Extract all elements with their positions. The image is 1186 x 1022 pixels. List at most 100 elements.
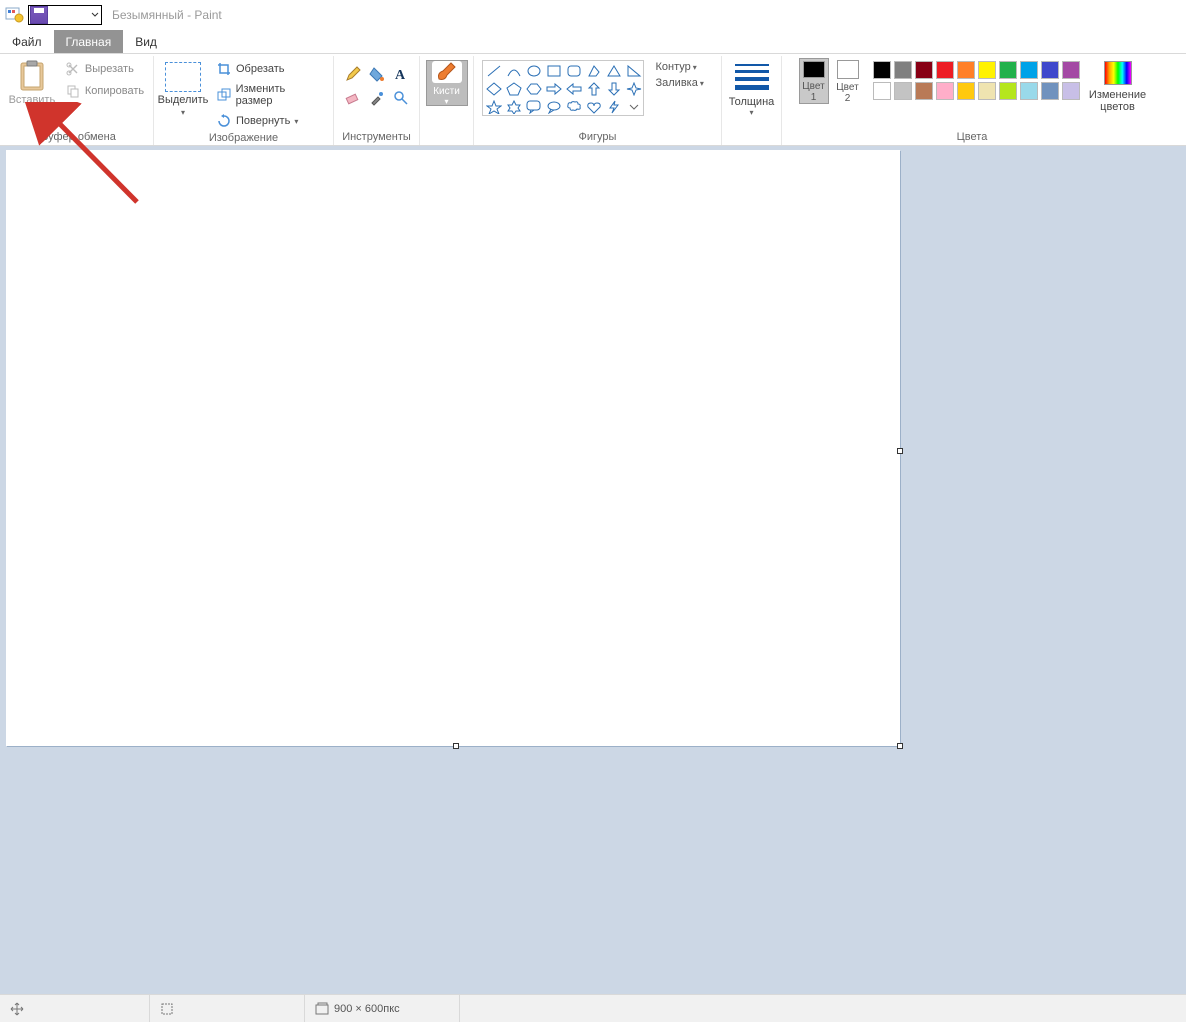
chevron-down-icon: ▾ bbox=[749, 108, 753, 117]
svg-text:A: A bbox=[395, 68, 406, 82]
group-thickness-spacer bbox=[750, 129, 753, 143]
shape-arrow-left[interactable] bbox=[565, 81, 583, 97]
select-button[interactable]: Выделить▾ bbox=[160, 58, 206, 121]
text-tool[interactable]: A bbox=[391, 64, 411, 84]
rotate-label: Повернуть bbox=[236, 115, 290, 127]
shape-callout-oval[interactable] bbox=[545, 99, 563, 115]
fill-tool[interactable] bbox=[367, 64, 387, 84]
palette-color-5[interactable] bbox=[978, 61, 996, 79]
palette-color-13[interactable] bbox=[936, 82, 954, 100]
tab-view[interactable]: Вид bbox=[123, 30, 169, 53]
crop-label: Обрезать bbox=[236, 63, 285, 75]
paste-button[interactable]: Вставить▾ bbox=[9, 58, 55, 121]
palette-color-3[interactable] bbox=[936, 61, 954, 79]
app-icon bbox=[4, 5, 24, 25]
eraser-tool[interactable] bbox=[343, 88, 363, 108]
shape-rounded-rect[interactable] bbox=[565, 63, 583, 79]
resize-handle-right[interactable] bbox=[897, 448, 903, 454]
group-clipboard: Вставить▾ Вырезать Копировать Буфер обме… bbox=[4, 56, 154, 145]
palette-color-4[interactable] bbox=[957, 61, 975, 79]
palette-color-6[interactable] bbox=[999, 61, 1017, 79]
color-picker-tool[interactable] bbox=[367, 88, 387, 108]
save-button[interactable] bbox=[30, 6, 48, 24]
cursor-position-icon bbox=[10, 1002, 24, 1016]
shape-line[interactable] bbox=[485, 63, 503, 79]
palette-color-12[interactable] bbox=[915, 82, 933, 100]
shape-oval[interactable] bbox=[525, 63, 543, 79]
shape-5pt-star[interactable] bbox=[485, 99, 503, 115]
palette-color-1[interactable] bbox=[894, 61, 912, 79]
shape-6pt-star[interactable] bbox=[505, 99, 523, 115]
shape-heart[interactable] bbox=[585, 99, 603, 115]
resize-button[interactable]: Изменить размер bbox=[212, 82, 327, 108]
cut-button[interactable]: Вырезать bbox=[61, 60, 148, 78]
shapes-gallery[interactable] bbox=[482, 60, 644, 116]
color1-swatch bbox=[803, 61, 825, 78]
group-clipboard-label: Буфер обмена bbox=[41, 129, 116, 143]
magnifier-tool[interactable] bbox=[391, 88, 411, 108]
palette-color-15[interactable] bbox=[978, 82, 996, 100]
palette-color-17[interactable] bbox=[1020, 82, 1038, 100]
shape-arrow-right[interactable] bbox=[545, 81, 563, 97]
shape-arrow-up[interactable] bbox=[585, 81, 603, 97]
copy-button[interactable]: Копировать bbox=[61, 82, 148, 100]
palette-color-16[interactable] bbox=[999, 82, 1017, 100]
shape-4pt-star[interactable] bbox=[625, 81, 643, 97]
shapes-more[interactable] bbox=[625, 99, 643, 115]
shape-polygon[interactable] bbox=[585, 63, 603, 79]
drawing-canvas[interactable] bbox=[6, 150, 900, 746]
shape-fill-button[interactable]: Заливка ▾ bbox=[656, 77, 714, 89]
rotate-button[interactable]: Повернуть ▾ bbox=[212, 112, 327, 130]
canvas-dimensions-text: 900 × 600пкс bbox=[334, 1003, 400, 1015]
resize-handle-bottom[interactable] bbox=[453, 743, 459, 749]
palette-color-14[interactable] bbox=[957, 82, 975, 100]
shape-callout-cloud[interactable] bbox=[565, 99, 583, 115]
shape-rectangle[interactable] bbox=[545, 63, 563, 79]
qat-customize-dropdown[interactable] bbox=[89, 11, 101, 19]
shape-lightning[interactable] bbox=[605, 99, 623, 115]
shape-right-triangle[interactable] bbox=[625, 63, 643, 79]
group-colors: Цвет 1 Цвет 2 Изменение цветов Цвета bbox=[782, 56, 1162, 145]
thickness-button[interactable]: Толщина ▾ bbox=[726, 58, 778, 117]
status-spacer bbox=[460, 995, 1186, 1022]
palette-color-9[interactable] bbox=[1062, 61, 1080, 79]
group-image-label: Изображение bbox=[209, 130, 278, 144]
palette-color-2[interactable] bbox=[915, 61, 933, 79]
thickness-label: Толщина bbox=[729, 96, 775, 108]
palette-color-7[interactable] bbox=[1020, 61, 1038, 79]
shape-triangle[interactable] bbox=[605, 63, 623, 79]
group-brushes: Кисти ▾ bbox=[420, 56, 474, 145]
pencil-tool[interactable] bbox=[343, 64, 363, 84]
color1-button[interactable]: Цвет 1 bbox=[799, 58, 829, 104]
outline-label: Контур bbox=[656, 61, 691, 73]
qat-undo-redo-area[interactable] bbox=[49, 6, 89, 24]
rotate-icon bbox=[216, 113, 232, 129]
thickness-icon bbox=[735, 62, 769, 92]
group-shapes: Контур ▾ Заливка ▾ Фигуры bbox=[474, 56, 722, 145]
copy-label: Копировать bbox=[85, 85, 144, 97]
palette-color-0[interactable] bbox=[873, 61, 891, 79]
palette-color-18[interactable] bbox=[1041, 82, 1059, 100]
shape-callout-rounded[interactable] bbox=[525, 99, 543, 115]
resize-handle-corner[interactable] bbox=[897, 743, 903, 749]
shape-pentagon[interactable] bbox=[505, 81, 523, 97]
palette-color-11[interactable] bbox=[894, 82, 912, 100]
shape-hexagon[interactable] bbox=[525, 81, 543, 97]
palette-color-10[interactable] bbox=[873, 82, 891, 100]
group-tools-label: Инструменты bbox=[342, 129, 411, 143]
edit-colors-button[interactable]: Изменение цветов bbox=[1090, 58, 1146, 113]
crop-button[interactable]: Обрезать bbox=[212, 60, 327, 78]
color-palette bbox=[873, 58, 1080, 100]
shape-arrow-down[interactable] bbox=[605, 81, 623, 97]
tab-home[interactable]: Главная bbox=[54, 30, 124, 53]
palette-color-8[interactable] bbox=[1041, 61, 1059, 79]
work-area[interactable] bbox=[0, 146, 1186, 994]
palette-color-19[interactable] bbox=[1062, 82, 1080, 100]
brushes-button[interactable]: Кисти ▾ bbox=[426, 60, 468, 106]
color2-button[interactable]: Цвет 2 bbox=[833, 58, 863, 104]
tab-file[interactable]: Файл bbox=[0, 30, 54, 53]
group-brushes-spacer bbox=[445, 129, 448, 143]
shape-curve[interactable] bbox=[505, 63, 523, 79]
shape-diamond[interactable] bbox=[485, 81, 503, 97]
shape-outline-button[interactable]: Контур ▾ bbox=[656, 61, 714, 73]
